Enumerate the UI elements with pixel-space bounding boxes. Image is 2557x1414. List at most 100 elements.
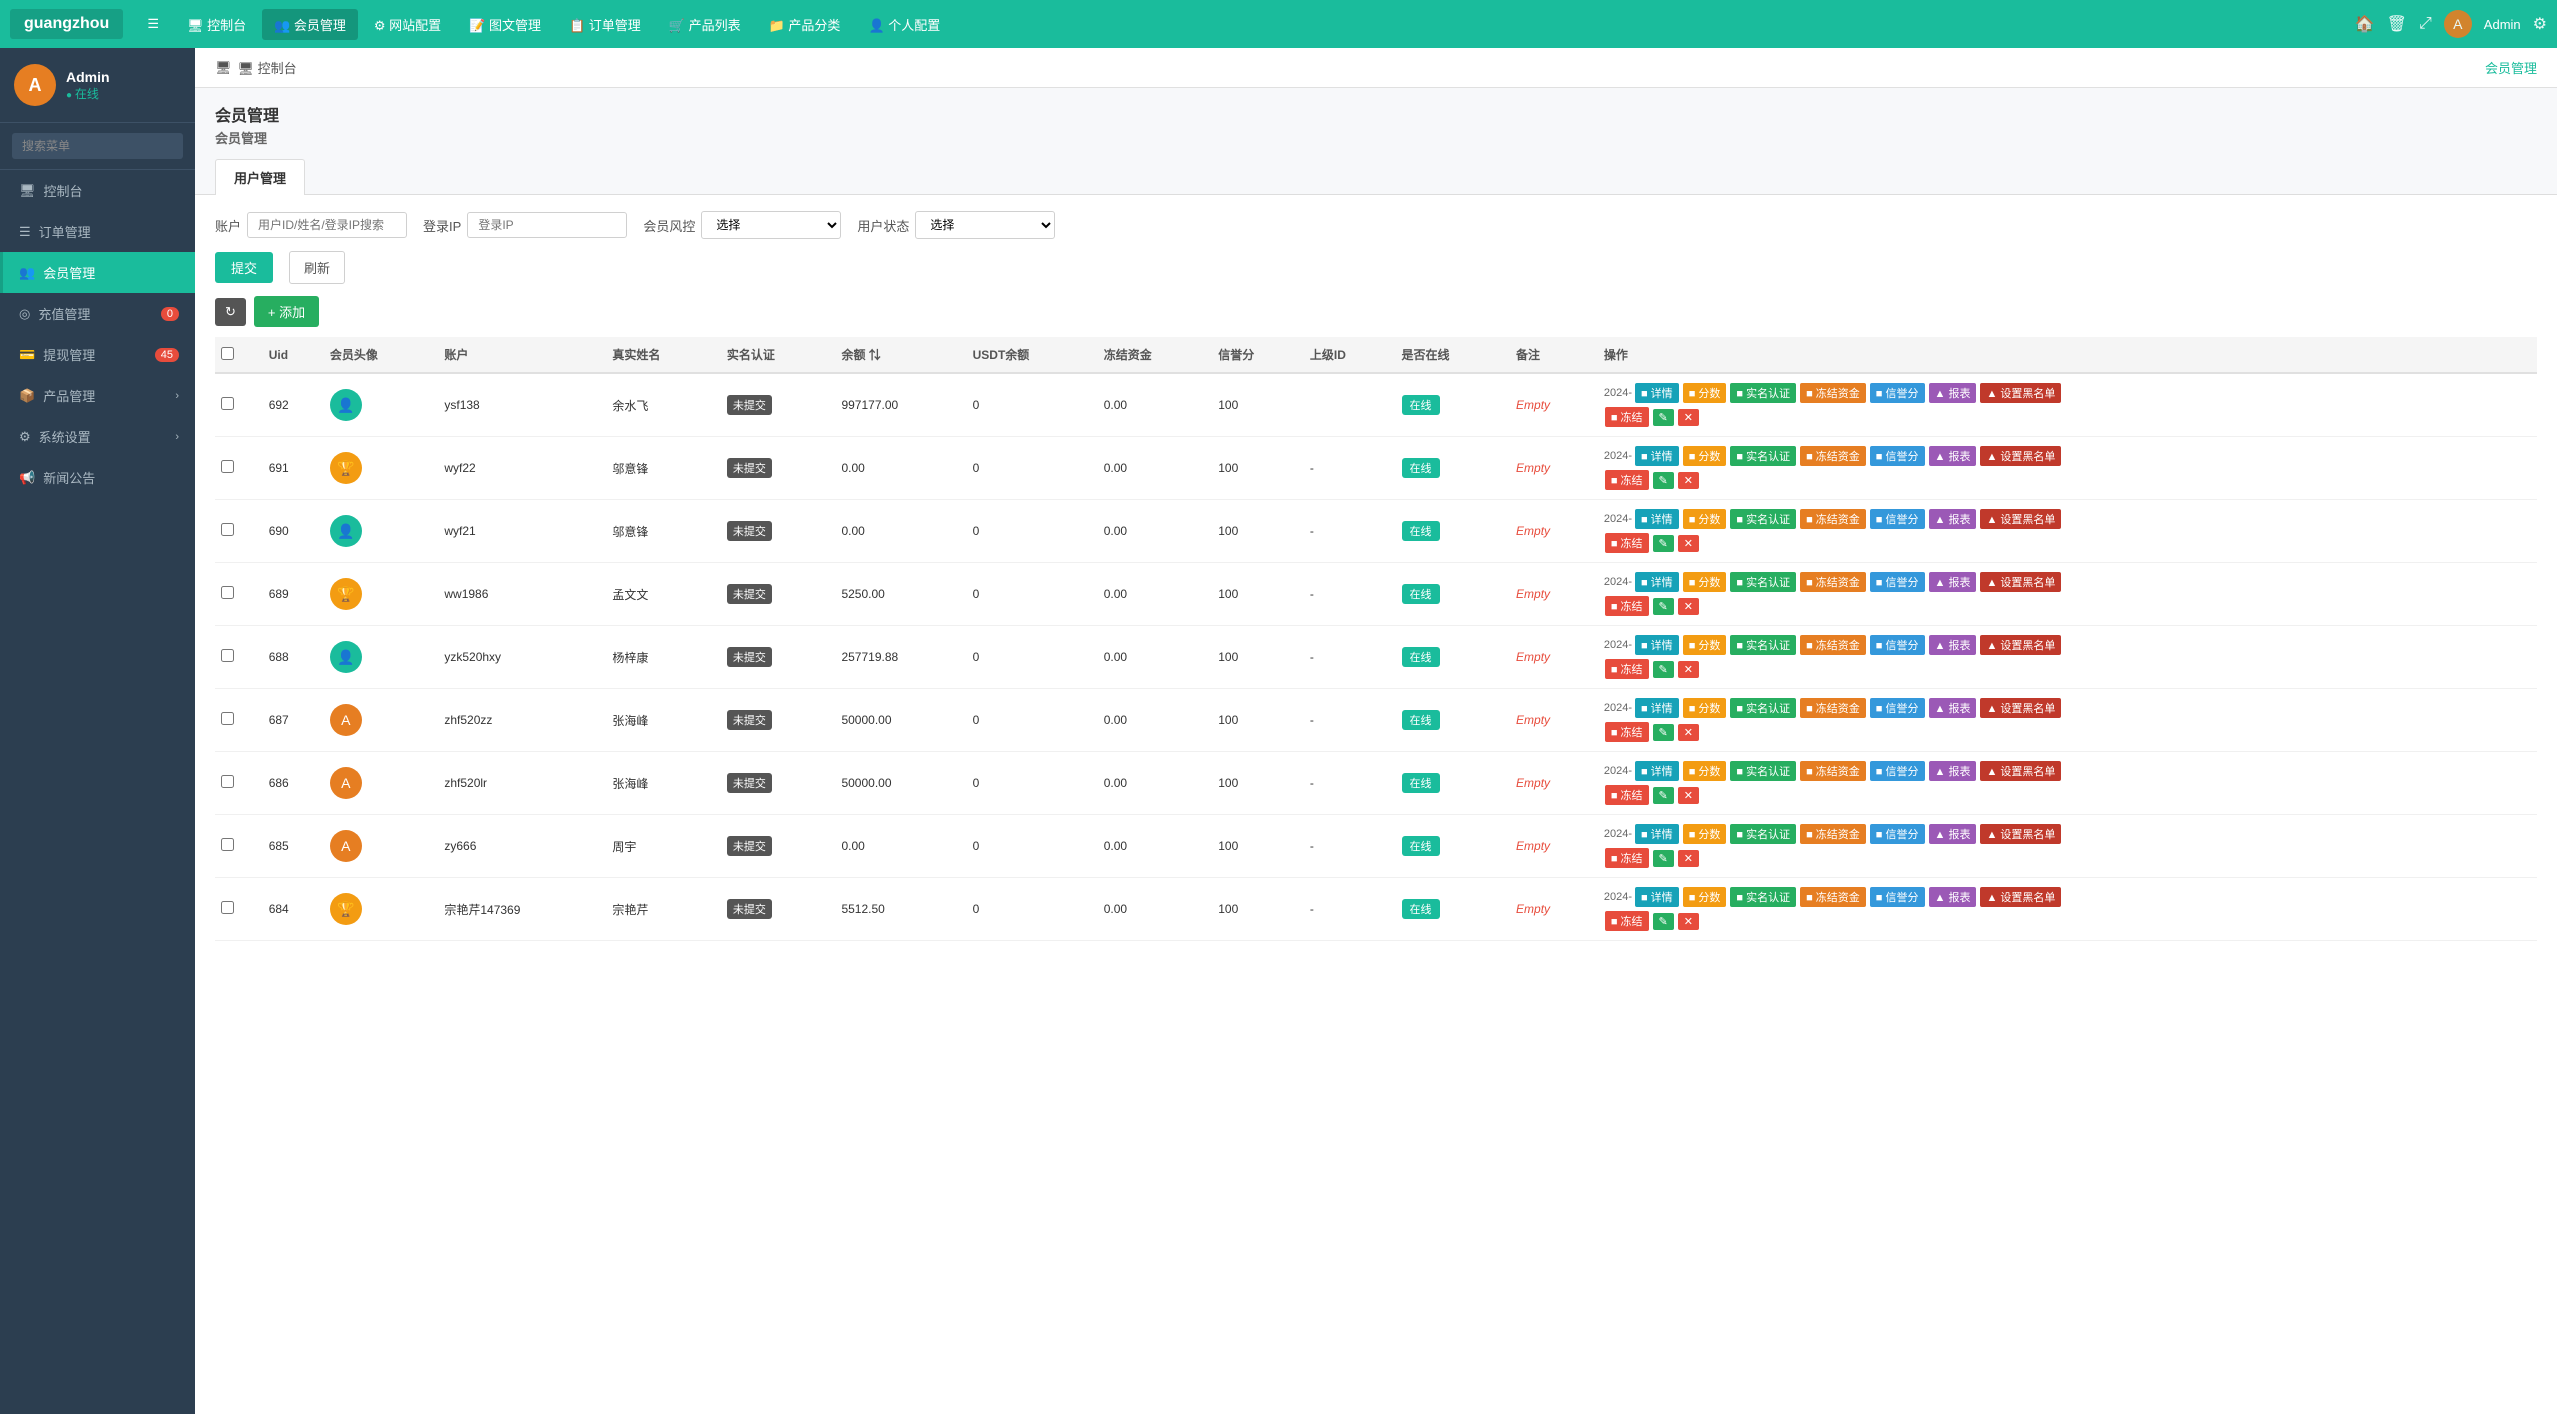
tab-user-manage[interactable]: 用户管理 (215, 159, 305, 195)
nav-site-config[interactable]: ⚙ 网站配置 (362, 9, 453, 40)
freeze-funds-btn-5[interactable]: ■ 冻结资金 (1800, 698, 1866, 718)
refresh-filter-button[interactable]: 刷新 (289, 251, 345, 284)
row-checkbox-8[interactable] (221, 901, 234, 914)
score-btn-0[interactable]: ■ 分数 (1683, 383, 1727, 403)
blacklist-btn-4[interactable]: ▲ 设置黑名单 (1980, 635, 2061, 655)
score-btn-5[interactable]: ■ 分数 (1683, 698, 1727, 718)
report-btn-1[interactable]: ▲ 报表 (1929, 446, 1977, 466)
report-btn-6[interactable]: ▲ 报表 (1929, 761, 1977, 781)
sidebar-item-system[interactable]: ⚙ 系统设置 › (0, 416, 195, 457)
freeze-funds-btn-7[interactable]: ■ 冻结资金 (1800, 824, 1866, 844)
verify-btn-6[interactable]: ■ 实名认证 (1730, 761, 1796, 781)
expand-icon[interactable]: ⤢ (2419, 15, 2432, 33)
report-btn-3[interactable]: ▲ 报表 (1929, 572, 1977, 592)
sidebar-item-dashboard[interactable]: 🖥 控制台 (0, 170, 195, 211)
add-button[interactable]: + 添加 (254, 296, 319, 327)
report-btn-2[interactable]: ▲ 报表 (1929, 509, 1977, 529)
freeze-funds-btn-4[interactable]: ■ 冻结资金 (1800, 635, 1866, 655)
delete-btn-2[interactable]: ✕ (1678, 535, 1699, 552)
nav-dashboard[interactable]: 🖥 控制台 (175, 9, 258, 40)
submit-button[interactable]: 提交 (215, 252, 273, 283)
detail-btn-1[interactable]: ■ 详情 (1635, 446, 1679, 466)
freeze-btn-2[interactable]: ■ 冻结 (1605, 533, 1649, 553)
trash-icon[interactable]: 🗑 (2387, 14, 2407, 34)
row-checkbox-4[interactable] (221, 649, 234, 662)
verify-btn-3[interactable]: ■ 实名认证 (1730, 572, 1796, 592)
freeze-funds-btn-6[interactable]: ■ 冻结资金 (1800, 761, 1866, 781)
freeze-btn-0[interactable]: ■ 冻结 (1605, 407, 1649, 427)
refresh-button[interactable]: ↻ (215, 298, 246, 326)
sidebar-item-product[interactable]: 📦 产品管理 › (0, 375, 195, 416)
edit-btn-4[interactable]: ✎ (1653, 661, 1674, 678)
verify-btn-4[interactable]: ■ 实名认证 (1730, 635, 1796, 655)
row-checkbox-1[interactable] (221, 460, 234, 473)
verify-btn-2[interactable]: ■ 实名认证 (1730, 509, 1796, 529)
report-btn-0[interactable]: ▲ 报表 (1929, 383, 1977, 403)
delete-btn-7[interactable]: ✕ (1678, 850, 1699, 867)
verify-btn-0[interactable]: ■ 实名认证 (1730, 383, 1796, 403)
row-checkbox-7[interactable] (221, 838, 234, 851)
report-btn-8[interactable]: ▲ 报表 (1929, 887, 1977, 907)
credit-btn-7[interactable]: ■ 信誉分 (1870, 824, 1925, 844)
sidebar-item-withdraw[interactable]: 💳 提现管理 45 (0, 334, 195, 375)
edit-btn-1[interactable]: ✎ (1653, 472, 1674, 489)
blacklist-btn-8[interactable]: ▲ 设置黑名单 (1980, 887, 2061, 907)
delete-btn-4[interactable]: ✕ (1678, 661, 1699, 678)
credit-btn-1[interactable]: ■ 信誉分 (1870, 446, 1925, 466)
freeze-btn-7[interactable]: ■ 冻结 (1605, 848, 1649, 868)
report-btn-5[interactable]: ▲ 报表 (1929, 698, 1977, 718)
detail-btn-6[interactable]: ■ 详情 (1635, 761, 1679, 781)
sidebar-search-input[interactable] (12, 133, 183, 159)
score-btn-3[interactable]: ■ 分数 (1683, 572, 1727, 592)
sidebar-item-member[interactable]: 👥 会员管理 (0, 252, 195, 293)
score-btn-8[interactable]: ■ 分数 (1683, 887, 1727, 907)
nav-product-list[interactable]: 🛒 产品列表 (657, 9, 753, 40)
credit-btn-5[interactable]: ■ 信誉分 (1870, 698, 1925, 718)
risk-select[interactable]: 选择 (701, 211, 841, 239)
credit-btn-4[interactable]: ■ 信誉分 (1870, 635, 1925, 655)
freeze-funds-btn-0[interactable]: ■ 冻结资金 (1800, 383, 1866, 403)
blacklist-btn-5[interactable]: ▲ 设置黑名单 (1980, 698, 2061, 718)
edit-btn-7[interactable]: ✎ (1653, 850, 1674, 867)
nav-menu-toggle[interactable]: ☰ (135, 10, 171, 38)
delete-btn-5[interactable]: ✕ (1678, 724, 1699, 741)
nav-product-cat[interactable]: 📁 产品分类 (757, 9, 853, 40)
edit-btn-8[interactable]: ✎ (1653, 913, 1674, 930)
credit-btn-2[interactable]: ■ 信誉分 (1870, 509, 1925, 529)
credit-btn-8[interactable]: ■ 信誉分 (1870, 887, 1925, 907)
freeze-funds-btn-8[interactable]: ■ 冻结资金 (1800, 887, 1866, 907)
blacklist-btn-0[interactable]: ▲ 设置黑名单 (1980, 383, 2061, 403)
score-btn-2[interactable]: ■ 分数 (1683, 509, 1727, 529)
freeze-btn-5[interactable]: ■ 冻结 (1605, 722, 1649, 742)
settings-icon[interactable]: ⚙ (2533, 14, 2547, 34)
login-ip-input[interactable] (467, 212, 627, 238)
report-btn-4[interactable]: ▲ 报表 (1929, 635, 1977, 655)
edit-btn-2[interactable]: ✎ (1653, 535, 1674, 552)
blacklist-btn-6[interactable]: ▲ 设置黑名单 (1980, 761, 2061, 781)
credit-btn-6[interactable]: ■ 信誉分 (1870, 761, 1925, 781)
verify-btn-8[interactable]: ■ 实名认证 (1730, 887, 1796, 907)
row-checkbox-5[interactable] (221, 712, 234, 725)
row-checkbox-0[interactable] (221, 397, 234, 410)
sidebar-item-news[interactable]: 📢 新闻公告 (0, 457, 195, 498)
detail-btn-7[interactable]: ■ 详情 (1635, 824, 1679, 844)
blacklist-btn-3[interactable]: ▲ 设置黑名单 (1980, 572, 2061, 592)
score-btn-6[interactable]: ■ 分数 (1683, 761, 1727, 781)
score-btn-1[interactable]: ■ 分数 (1683, 446, 1727, 466)
detail-btn-0[interactable]: ■ 详情 (1635, 383, 1679, 403)
delete-btn-8[interactable]: ✕ (1678, 913, 1699, 930)
score-btn-7[interactable]: ■ 分数 (1683, 824, 1727, 844)
detail-btn-8[interactable]: ■ 详情 (1635, 887, 1679, 907)
freeze-funds-btn-1[interactable]: ■ 冻结资金 (1800, 446, 1866, 466)
blacklist-btn-2[interactable]: ▲ 设置黑名单 (1980, 509, 2061, 529)
nav-article[interactable]: 📝 图文管理 (457, 9, 553, 40)
freeze-funds-btn-3[interactable]: ■ 冻结资金 (1800, 572, 1866, 592)
nav-member[interactable]: 👥 会员管理 (262, 9, 358, 40)
account-input[interactable] (247, 212, 407, 238)
freeze-btn-8[interactable]: ■ 冻结 (1605, 911, 1649, 931)
row-checkbox-6[interactable] (221, 775, 234, 788)
score-btn-4[interactable]: ■ 分数 (1683, 635, 1727, 655)
nav-order[interactable]: 📋 订单管理 (557, 9, 653, 40)
delete-btn-6[interactable]: ✕ (1678, 787, 1699, 804)
freeze-btn-6[interactable]: ■ 冻结 (1605, 785, 1649, 805)
